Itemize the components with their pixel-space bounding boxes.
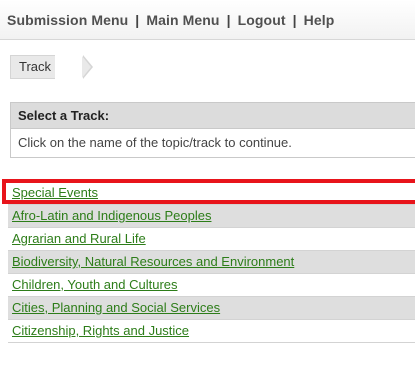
select-track-instructions: Click on the name of the topic/track to … xyxy=(18,135,292,150)
track-row: Biodiversity, Natural Resources and Envi… xyxy=(8,251,415,274)
track-link-children-youth[interactable]: Children, Youth and Cultures xyxy=(12,277,178,292)
track-row: Cities, Planning and Social Services xyxy=(8,297,415,320)
track-link-cities-planning[interactable]: Cities, Planning and Social Services xyxy=(12,300,220,315)
track-row: Agrarian and Rural Life xyxy=(8,228,415,251)
track-link-biodiversity[interactable]: Biodiversity, Natural Resources and Envi… xyxy=(12,254,294,269)
help-link[interactable]: Help xyxy=(304,12,335,28)
nav-separator: | xyxy=(135,11,140,28)
submission-menu-link[interactable]: Submission Menu xyxy=(7,12,128,28)
track-link-afro-latin[interactable]: Afro-Latin and Indigenous Peoples xyxy=(12,208,211,223)
track-row: Citizenship, Rights and Justice xyxy=(8,320,415,343)
nav-separator: | xyxy=(292,11,297,28)
select-track-panel: Select a Track: Click on the name of the… xyxy=(10,102,415,158)
nav-separator: | xyxy=(226,11,231,28)
breadcrumb-track: Track xyxy=(10,55,56,79)
breadcrumb-arrow-fill xyxy=(82,56,91,78)
track-link-agrarian[interactable]: Agrarian and Rural Life xyxy=(12,231,146,246)
select-track-heading: Select a Track: xyxy=(11,103,415,129)
track-row: Children, Youth and Cultures xyxy=(8,274,415,297)
top-navigation-bar: Submission Menu | Main Menu | Logout | H… xyxy=(0,0,415,40)
logout-link[interactable]: Logout xyxy=(238,12,286,28)
track-link-citizenship[interactable]: Citizenship, Rights and Justice xyxy=(12,323,189,338)
track-link-special-events[interactable]: Special Events xyxy=(12,185,98,200)
main-menu-link[interactable]: Main Menu xyxy=(146,12,219,28)
track-row: Afro-Latin and Indigenous Peoples xyxy=(8,205,415,228)
track-list: Special Events Afro-Latin and Indigenous… xyxy=(8,182,415,343)
track-row: Special Events xyxy=(8,182,415,205)
